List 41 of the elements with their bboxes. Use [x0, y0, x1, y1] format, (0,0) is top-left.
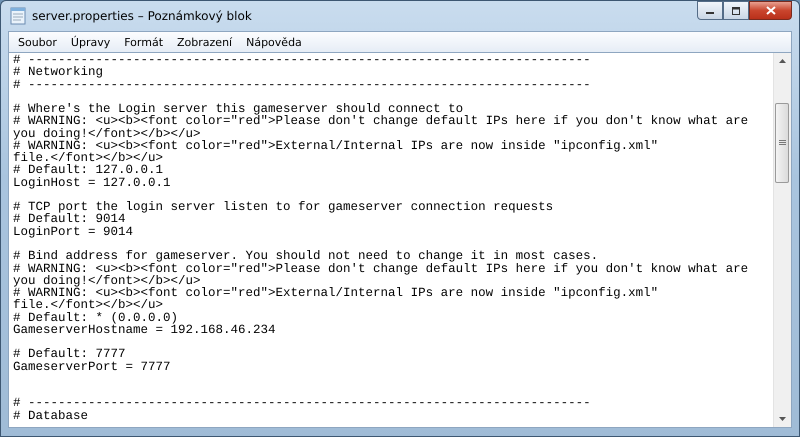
scrollbar[interactable]	[773, 53, 791, 427]
text-line: # Default: * (0.0.0.0)	[13, 312, 178, 324]
menu-item[interactable]: Zobrazení	[170, 34, 240, 50]
text-line: # Default: 9014	[13, 213, 126, 226]
scroll-up-icon[interactable]	[779, 59, 786, 63]
text-line: # ---------------------------------------------------------------------------	[13, 397, 591, 410]
text-line: # WARNING: <u><b><font color="red">External/Internal IPs are now inside "ipconfig.xml"	[13, 287, 658, 300]
text-line: # ---------------------------------------------------------------------------	[13, 54, 591, 66]
text-line: # WARNING: <u><b><font color="red">Please don't change default IPs here if you don't know what are	[13, 115, 748, 128]
close-button[interactable]	[749, 1, 792, 20]
scroll-thumb[interactable]	[775, 103, 789, 183]
text-line: # Database	[13, 410, 88, 422]
text-line: # Where's the Login server this gameserver should connect to	[13, 103, 464, 116]
window-title: server.properties – Poznámkový blok	[32, 9, 252, 23]
text-line: file.</font></b></u>	[13, 299, 164, 312]
menu-item[interactable]: Formát	[117, 34, 170, 50]
maximize-button[interactable]	[723, 1, 749, 20]
text-line: # ---------------------------------------------------------------------------	[13, 78, 591, 91]
scroll-down-icon[interactable]	[779, 417, 786, 421]
text-line: GameserverPort = 7777	[13, 360, 171, 373]
text-line: # WARNING: <u><b><font color="red">Please don't change default IPs here if you don't know what are	[13, 262, 748, 275]
text-line: you doing!</font></b></u>	[13, 274, 201, 288]
minimize-button[interactable]	[697, 1, 723, 20]
text-line: GameserverHostname = 192.168.46.234	[13, 324, 276, 336]
text-line: LoginPort = 9014	[13, 226, 134, 238]
menu-item[interactable]: Úpravy	[64, 34, 118, 50]
text-line: file.</font></b></u>	[13, 152, 164, 164]
text-line: # Default: 127.0.0.1	[13, 164, 164, 177]
menu-item[interactable]: Soubor	[11, 34, 64, 50]
text-line: you doing!</font></b></u>	[13, 128, 201, 140]
text-line: # Default: 7777	[13, 348, 126, 361]
text-line: LoginHost = 127.0.0.1	[13, 176, 171, 189]
text-line: # Bind address for gameserver. You should not need to change it in most cases.	[13, 250, 598, 263]
menu-item[interactable]: Nápověda	[239, 34, 309, 50]
text-line: # Networking	[13, 66, 104, 79]
grip-icon	[778, 140, 786, 146]
close-icon	[766, 6, 776, 15]
maximize-icon	[731, 6, 741, 14]
text-line: # WARNING: <u><b><font color="red">External/Internal IPs are now inside "ipconfig.xml"	[13, 140, 658, 152]
text-line: # TCP port the login server listen to for gameserver connection requests	[13, 201, 554, 214]
notepad-icon	[10, 7, 26, 25]
